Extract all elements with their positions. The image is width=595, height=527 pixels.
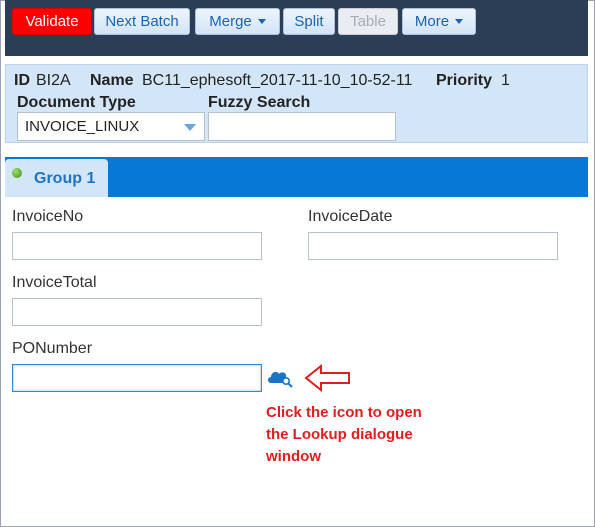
invoice-date-input[interactable] bbox=[308, 232, 558, 260]
id-label: ID bbox=[14, 72, 30, 89]
annotation-line-1: Click the icon to open bbox=[266, 404, 422, 421]
batch-info-panel: ID BI2A Name BC11_ephesoft_2017-11-10_10… bbox=[5, 64, 588, 143]
tab-group-1-label: Group 1 bbox=[34, 170, 96, 187]
table-label: Table bbox=[350, 13, 386, 30]
validate-button-label: Validate bbox=[25, 13, 79, 30]
fuzzy-search-input[interactable] bbox=[208, 112, 396, 141]
annotation-arrow-icon bbox=[304, 363, 350, 393]
group-tab-bar: Group 1 bbox=[5, 157, 588, 197]
annotation-line-3: window bbox=[266, 448, 321, 465]
po-number-input[interactable] bbox=[12, 364, 262, 392]
next-batch-label: Next Batch bbox=[105, 13, 179, 30]
split-button[interactable]: Split bbox=[283, 8, 335, 35]
more-button[interactable]: More bbox=[402, 8, 476, 35]
next-batch-button[interactable]: Next Batch bbox=[94, 8, 190, 35]
annotation-line-2: the Lookup dialogue bbox=[266, 426, 413, 443]
tab-group-1[interactable]: Group 1 bbox=[5, 159, 108, 197]
annotation-text: Click the icon to open the Lookup dialog… bbox=[266, 402, 466, 468]
validate-button[interactable]: Validate bbox=[12, 8, 92, 35]
merge-label: Merge bbox=[209, 13, 252, 30]
document-type-select[interactable]: INVOICE_LINUX bbox=[17, 112, 205, 141]
toolbar: Validate Next Batch Merge Split Table Mo… bbox=[5, 0, 588, 56]
status-dot-icon bbox=[12, 168, 22, 178]
name-value: BC11_ephesoft_2017-11-10_10-52-11 bbox=[142, 72, 413, 89]
document-type-value: INVOICE_LINUX bbox=[25, 118, 140, 135]
chevron-down-icon bbox=[455, 18, 464, 24]
invoice-total-label: InvoiceTotal bbox=[12, 274, 97, 291]
priority-label: Priority bbox=[436, 72, 493, 89]
more-label: More bbox=[414, 13, 450, 30]
invoice-total-input[interactable] bbox=[12, 298, 262, 326]
invoice-date-label: InvoiceDate bbox=[308, 208, 393, 225]
table-button[interactable]: Table bbox=[338, 8, 398, 35]
lookup-cloud-search-icon[interactable] bbox=[266, 366, 294, 388]
document-type-label: Document Type bbox=[17, 94, 136, 111]
merge-button[interactable]: Merge bbox=[195, 8, 280, 35]
invoice-no-label: InvoiceNo bbox=[12, 208, 84, 225]
fuzzy-search-label: Fuzzy Search bbox=[208, 94, 311, 111]
invoice-no-input[interactable] bbox=[12, 232, 262, 260]
name-label: Name bbox=[90, 72, 134, 89]
id-value: BI2A bbox=[36, 72, 71, 89]
chevron-down-icon bbox=[257, 18, 266, 24]
split-label: Split bbox=[294, 13, 324, 30]
priority-value: 1 bbox=[501, 72, 510, 89]
chevron-down-icon bbox=[184, 124, 196, 131]
po-number-label: PONumber bbox=[12, 340, 93, 357]
